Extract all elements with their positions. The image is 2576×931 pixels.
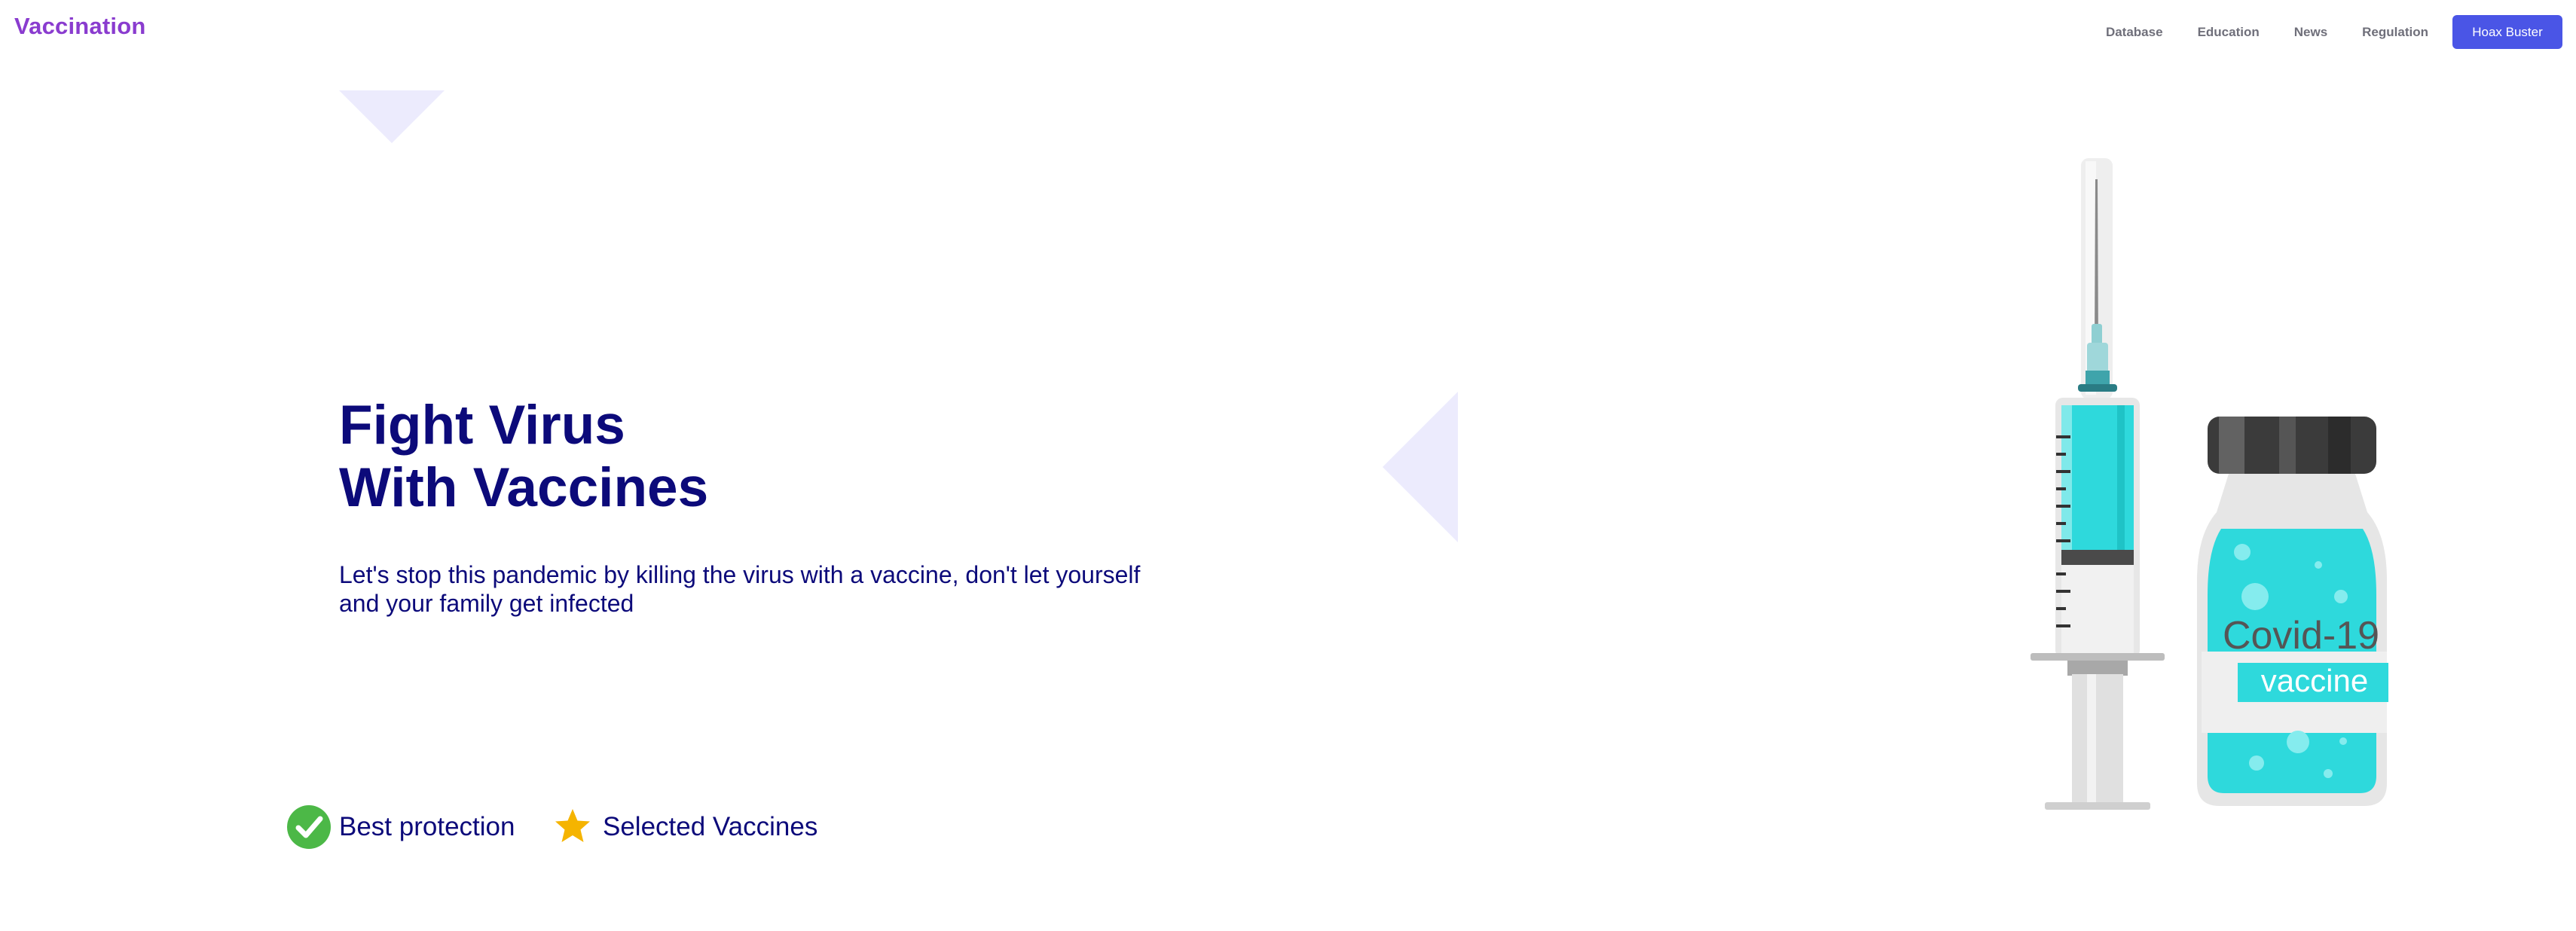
vaccine-illustration: Covid-19 vaccine — [2031, 158, 2388, 810]
hero-subtitle: Let's stop this pandemic by killing the … — [339, 560, 1190, 618]
hero-title-line1: Fight Virus — [339, 395, 625, 456]
vaccine-vial-icon: Covid-19 vaccine — [2197, 417, 2388, 806]
hero-subtitle-line2: and your family get infected — [339, 590, 634, 617]
vial-label-covid: Covid-19 — [2223, 614, 2379, 658]
decor-triangle-down — [339, 90, 445, 143]
main-nav: Database Education News Regulation Hoax … — [2106, 15, 2562, 49]
check-circle-icon — [287, 805, 331, 849]
star-icon — [555, 809, 590, 842]
hero-title-line2: With Vaccines — [339, 457, 709, 518]
hero-subtitle-line1: Let's stop this pandemic by killing the … — [339, 561, 1141, 588]
feature-best-protection: Best protection — [286, 804, 515, 850]
decor-triangle-left — [1383, 392, 1458, 542]
feature-label: Selected Vaccines — [603, 812, 818, 841]
brand-logo[interactable]: Vaccination — [14, 13, 146, 40]
vial-label-vaccine: vaccine — [2261, 663, 2368, 698]
feature-selected-vaccines: Selected Vaccines — [550, 804, 817, 850]
nav-education[interactable]: Education — [2198, 25, 2260, 40]
nav-database[interactable]: Database — [2106, 25, 2163, 40]
nav-news[interactable]: News — [2294, 25, 2327, 40]
feature-label: Best protection — [339, 812, 515, 841]
hero-title: Fight Virus With Vaccines — [339, 394, 708, 519]
syringe-icon — [2031, 158, 2165, 810]
nav-regulation[interactable]: Regulation — [2362, 25, 2428, 40]
hoax-buster-button[interactable]: Hoax Buster — [2452, 15, 2562, 49]
